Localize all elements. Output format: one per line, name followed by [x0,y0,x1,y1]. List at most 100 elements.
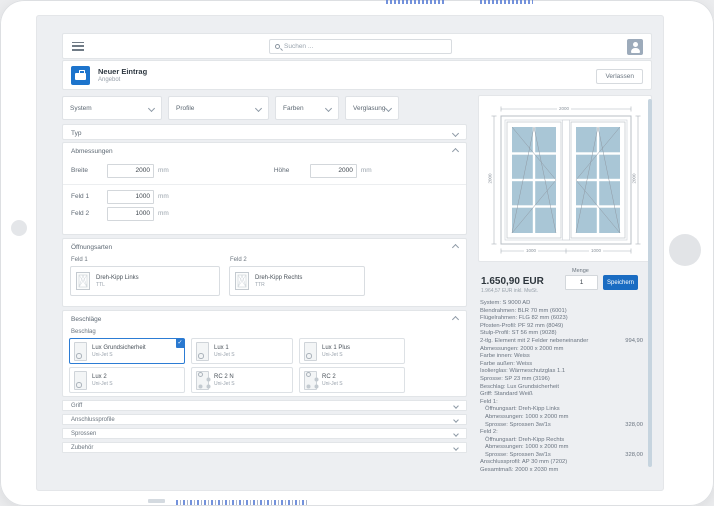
accordion-zubehoer-label: Zubehör [71,445,93,451]
save-button[interactable]: Speichern [603,275,638,290]
filter-dropdown[interactable]: Profile [168,96,269,120]
fitting-hardware-icon [196,342,209,361]
filter-label: Farben [283,105,304,112]
search-icon [275,44,280,49]
check-icon [176,339,185,348]
accordion-abmessungen-label: Abmessungen [71,148,113,155]
summary-text: System: S 9000 AD [480,300,530,308]
opening-type-code: TTR [255,282,302,288]
fitting-card[interactable]: RC 2 N Uni-Jet S [191,367,293,393]
summary-text: Farbe innen: Weiss [480,353,530,361]
feld2-input[interactable] [107,207,154,221]
leave-button[interactable]: Verlassen [596,69,643,84]
hoehe-label: Höhe [274,167,310,174]
quantity-input[interactable] [565,275,598,290]
summary-line: Sprosse: SP 23 mm (3196) [478,376,652,384]
breite-label: Breite [71,167,107,174]
summary-text: Feld 2: [480,429,498,437]
chevron-up-icon [452,315,459,322]
accordion-zubehoer[interactable]: Zubehör [62,442,467,453]
fitting-card[interactable]: Lux Grundsicherheit Uni-Jet S [69,338,185,364]
accordion-typ-label: Typ [71,130,81,137]
hoehe-input[interactable] [310,164,357,178]
fitting-title: RC 2 N [214,374,235,380]
accordion-abmessungen-header[interactable]: Abmessungen [63,143,466,159]
summary-line: Sprosse: Sprossen 3w/1s 328,00 [478,422,652,430]
summary-line: Öffnungsart: Dreh-Kipp Rechts [478,437,652,445]
accordion-beschlaege-header[interactable]: Beschläge [63,311,466,327]
chevron-down-icon [453,417,459,423]
accordion-sprossen-label: Sprossen [71,431,96,437]
total-price: 1.650,90 EUR [481,276,544,287]
fitting-hardware-icon [74,371,87,390]
dim-right: 2000 [632,171,637,185]
filter-label: Verglasung [353,105,386,112]
summary-price: 328,00 [625,422,643,430]
accordion-abmessungen: Abmessungen Breite mm Höhe mm Feld 1 mm [62,142,467,235]
summary-line: Sprosse: Sprossen 3w/1s 328,00 [478,452,652,460]
summary-text: Beschlag: Lux Grundsicherheit [480,384,559,392]
chevron-down-icon [453,403,459,409]
summary-line: Beschlag: Lux Grundsicherheit [478,384,652,392]
accordion-typ[interactable]: Typ [62,124,467,140]
page-edge-artifact-top-1 [386,0,445,4]
accordion-griff-label: Griff [71,403,82,409]
fitting-title: RC 2 [322,374,343,380]
hamburger-menu-icon[interactable] [72,42,84,51]
quantity-label: Menge [572,268,589,274]
chevron-down-icon [255,104,262,111]
accordion-anschlussprofile-label: Anschlussprofile [71,417,115,423]
accordion-oeffnungsarten-label: Öffnungsarten [71,244,112,251]
app-screen: Neuer Eintrag Angebot Verlassen System P… [36,15,664,491]
user-avatar-button[interactable] [627,39,643,55]
dim-bottom-left: 1000 [524,248,538,253]
accordion-oeffnungsarten-header[interactable]: Öffnungsarten [63,239,466,255]
feld1-input[interactable] [107,190,154,204]
opening-type-card[interactable]: Dreh-Kipp Rechts TTR [229,266,365,296]
fitting-title: Lux 1 [214,345,235,351]
chevron-down-icon [325,104,332,111]
breite-input[interactable] [107,164,154,178]
summary-price: 328,00 [625,452,643,460]
summary-text: Griff: Standard Weiß [480,391,533,399]
search-input[interactable] [284,43,446,50]
summary-line: Blendrahmen: BLR 70 mm (6001) [478,308,652,316]
opening-type-title: Dreh-Kipp Rechts [255,275,302,281]
fitting-card[interactable]: Lux 1 Plus Uni-Jet S [299,338,405,364]
fitting-hardware-icon [74,342,87,361]
summary-line: Farbe außen: Weiss [478,361,652,369]
fitting-card[interactable]: Lux 2 Uni-Jet S [69,367,185,393]
page-title: Neuer Eintrag [98,67,147,76]
hoehe-unit: mm [361,167,372,174]
accordion-sprossen[interactable]: Sprossen [62,428,467,439]
filter-dropdown[interactable]: System [62,96,162,120]
filter-label: System [70,105,92,112]
tablet-camera [11,220,27,236]
filter-dropdown[interactable]: Farben [275,96,339,120]
accordion-anschlussprofile[interactable]: Anschlussprofile [62,414,467,425]
chevron-up-icon [452,147,459,154]
fitting-subtitle: Uni-Jet S [322,352,350,358]
tablet-home-button [669,234,701,266]
accordion-griff[interactable]: Griff [62,400,467,411]
filter-dropdown[interactable]: Verglasung [345,96,399,120]
summary-line: Gesamtmaß: 2000 x 2030 mm [478,467,652,475]
fitting-card[interactable]: Lux 1 Uni-Jet S [191,338,293,364]
opening-type-code: TTL [96,282,139,288]
summary-line: Abmessungen: 1000 x 2000 mm [478,444,652,452]
summary-text: Sprosse: SP 23 mm (3196) [480,376,550,384]
opening-type-card[interactable]: Dreh-Kipp Links TTL [70,266,220,296]
summary-text: 2-tlg. Element mit 2 Felder nebeneinande… [480,338,588,346]
summary-text: Pfosten-Profil: PF 92 mm (8049) [480,323,563,331]
dim-left: 2000 [488,171,493,185]
fitting-card[interactable]: RC 2 Uni-Jet S [299,367,405,393]
summary-price: 994,90 [625,338,643,346]
search-box[interactable] [269,39,452,54]
fitting-title: Lux Grundsicherheit [92,345,146,351]
fitting-subtitle: Uni-Jet S [92,352,146,358]
fitting-subtitle: Uni-Jet S [322,381,343,387]
window-opening-icon [235,272,249,290]
page-edge-artifact-bottom-2 [176,500,308,505]
fitting-hardware-icon [196,371,209,390]
page-subtitle: Angebot [98,77,147,83]
